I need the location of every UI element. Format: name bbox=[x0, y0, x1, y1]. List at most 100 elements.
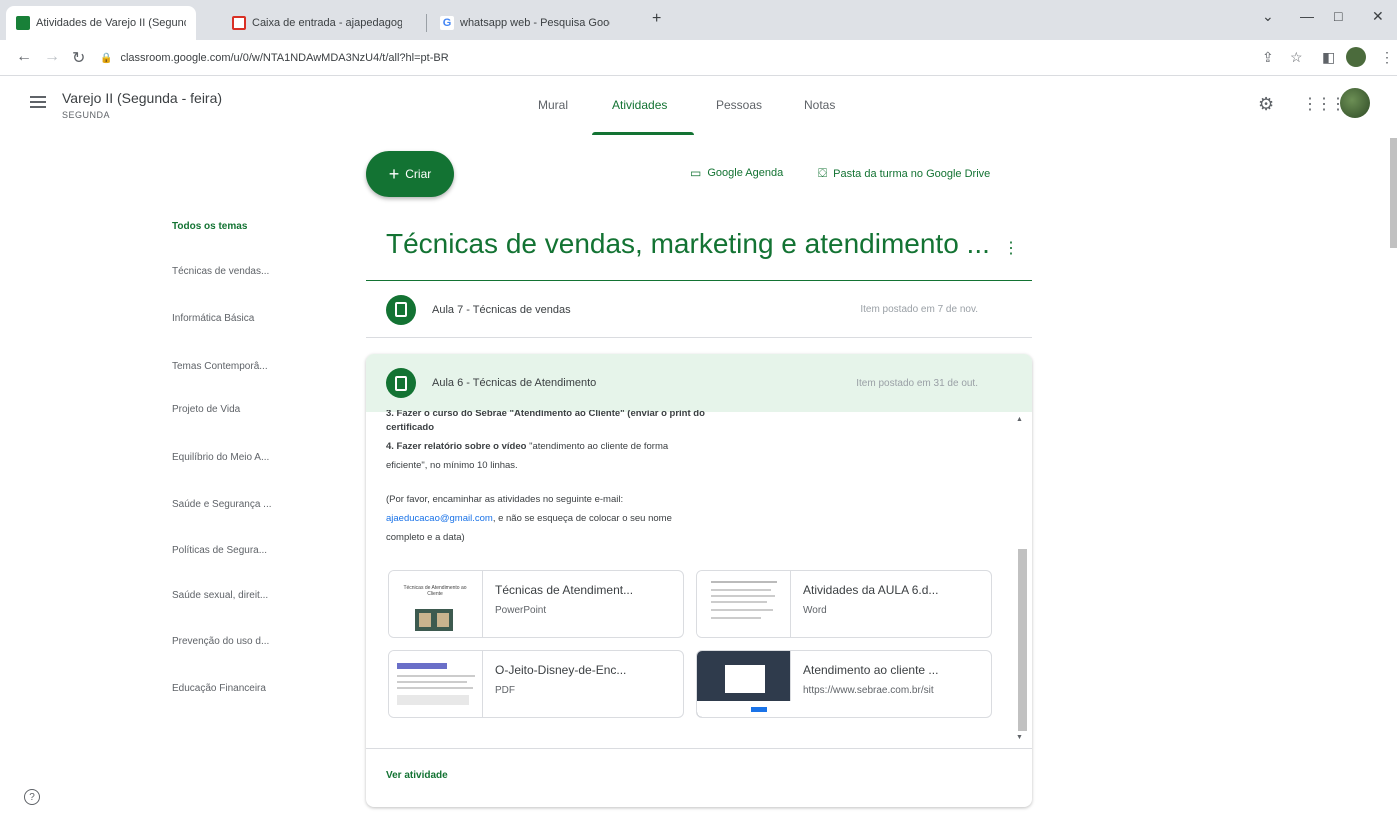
description-scrollbar[interactable] bbox=[1018, 549, 1027, 731]
browser-toolbar: ← → ↻ 🔒 classroom.google.com/u/0/w/NTA1N… bbox=[0, 40, 1397, 76]
address-bar[interactable]: 🔒 classroom.google.com/u/0/w/NTA1NDAwMDA… bbox=[100, 46, 1240, 70]
expanded-assignment-card: Aula 6 - Técnicas de Atendimento Item po… bbox=[366, 354, 1032, 807]
tab-atividades[interactable]: Atividades bbox=[612, 98, 667, 112]
page-scrollbar[interactable] bbox=[1390, 138, 1397, 248]
gmail-favicon-icon bbox=[232, 16, 246, 30]
description-note-end: completo e a data) bbox=[386, 532, 465, 543]
topic-item-all[interactable]: Todos os temas bbox=[172, 221, 247, 232]
topic-item[interactable]: Técnicas de vendas... bbox=[172, 266, 269, 277]
browser-tab-gmail[interactable]: Caixa de entrada - ajapedagogic × bbox=[222, 6, 412, 40]
class-title[interactable]: Varejo II (Segunda - feira) bbox=[62, 90, 222, 106]
active-tab-indicator bbox=[592, 132, 694, 135]
class-section: SEGUNDA bbox=[62, 110, 111, 120]
close-window-button[interactable]: ✕ bbox=[1372, 8, 1384, 25]
google-favicon-icon: G bbox=[440, 16, 454, 30]
drive-folder-link[interactable]: ⛋ Pasta da turma no Google Drive bbox=[818, 166, 990, 181]
apps-grid-icon[interactable]: ⋮⋮⋮ bbox=[1302, 94, 1346, 114]
attachment-card[interactable]: Técnicas de Atendimento ao Cliente Técni… bbox=[388, 570, 684, 638]
calendar-link-label: Google Agenda bbox=[707, 167, 784, 179]
back-icon[interactable]: ← bbox=[16, 48, 32, 66]
attachment-name: Atendimento ao cliente ... bbox=[803, 663, 939, 677]
url-text: classroom.google.com/u/0/w/NTA1NDAwMDA3N… bbox=[120, 52, 449, 64]
attachment-card[interactable]: O-Jeito-Disney-de-Enc... PDF bbox=[388, 650, 684, 718]
drive-link-label: Pasta da turma no Google Drive bbox=[833, 167, 991, 180]
description-item4-text: "atendimento ao cliente de forma bbox=[526, 441, 669, 452]
tab-notas[interactable]: Notas bbox=[804, 98, 835, 112]
plus-icon: + bbox=[388, 163, 400, 184]
forward-icon[interactable]: → bbox=[44, 48, 60, 66]
calendar-icon: ▭ bbox=[690, 166, 702, 180]
tab-title: Caixa de entrada - ajapedagogic × bbox=[252, 17, 402, 29]
topic-item[interactable]: Informática Básica bbox=[172, 313, 254, 324]
assignment-row-expanded[interactable]: Aula 6 - Técnicas de Atendimento Item po… bbox=[366, 354, 1032, 412]
minimize-button[interactable]: — bbox=[1300, 8, 1314, 24]
attachment-name: Técnicas de Atendiment... bbox=[495, 583, 634, 597]
help-icon[interactable]: ? bbox=[24, 789, 40, 805]
scroll-down-arrow-icon[interactable]: ▼ bbox=[1016, 734, 1023, 741]
assignment-description: 3. Fazer o curso do Sebrae "Atendimento … bbox=[386, 410, 1006, 547]
ppt-thumb-text: Técnicas de Atendimento ao Cliente bbox=[403, 585, 467, 597]
attachment-url: https://www.sebrae.com.br/sit bbox=[803, 685, 934, 696]
assignment-date: Item postado em 7 de nov. bbox=[860, 304, 978, 315]
tab-mural[interactable]: Mural bbox=[538, 98, 568, 112]
assignment-row[interactable]: Aula 7 - Técnicas de vendas Item postado… bbox=[366, 282, 1032, 338]
tab-pessoas[interactable]: Pessoas bbox=[716, 98, 762, 112]
topic-item[interactable]: Prevenção do uso d... bbox=[172, 636, 269, 647]
side-panel-icon[interactable]: ◧ bbox=[1322, 49, 1335, 66]
tab-search-icon[interactable]: ⌄ bbox=[1262, 8, 1274, 25]
settings-gear-icon[interactable]: ⚙ bbox=[1258, 94, 1274, 115]
description-note-mid: , e não se esqueça de colocar o seu nome bbox=[492, 513, 672, 524]
topic-heading: Técnicas de vendas, marketing e atendime… bbox=[386, 228, 990, 259]
create-button[interactable]: + Criar bbox=[366, 151, 454, 197]
assignment-icon bbox=[386, 294, 416, 325]
topic-item[interactable]: Saúde e Segurança ... bbox=[172, 499, 272, 510]
attachment-type: Word bbox=[803, 605, 827, 616]
attachment-name: Atividades da AULA 6.d... bbox=[803, 583, 939, 597]
topic-item[interactable]: Educação Financeira bbox=[172, 683, 266, 694]
topic-item[interactable]: Políticas de Segura... bbox=[172, 545, 267, 556]
tab-title: Atividades de Varejo II (Segunda × bbox=[36, 17, 186, 29]
classroom-favicon-icon bbox=[16, 16, 30, 30]
main-menu-icon[interactable] bbox=[30, 96, 46, 111]
attachment-card[interactable]: Atendimento ao cliente ... https://www.s… bbox=[696, 650, 992, 718]
new-tab-button[interactable]: + bbox=[652, 10, 661, 28]
word-thumbnail bbox=[697, 571, 791, 637]
description-cut-line: 3. Fazer o curso do Sebrae "Atendimento … bbox=[386, 410, 705, 418]
email-link[interactable]: ajaeducacao@gmail.com bbox=[386, 513, 493, 524]
scroll-up-arrow-icon[interactable]: ▲ bbox=[1016, 416, 1023, 423]
attachment-card[interactable]: Atividades da AULA 6.d... Word bbox=[696, 570, 992, 638]
see-activity-link[interactable]: Ver atividade bbox=[386, 770, 448, 781]
topic-item[interactable]: Equilíbrio do Meio A... bbox=[172, 452, 269, 463]
attachment-type: PowerPoint bbox=[495, 605, 547, 616]
topic-item[interactable]: Projeto de Vida bbox=[172, 404, 240, 415]
browser-tab-classroom[interactable]: Atividades de Varejo II (Segunda × bbox=[6, 6, 196, 40]
ppt-thumbnail: Técnicas de Atendimento ao Cliente bbox=[389, 571, 483, 637]
reload-icon[interactable]: ↻ bbox=[72, 48, 85, 68]
drive-icon: ⛋ bbox=[818, 166, 828, 180]
tab-title: whatsapp web - Pesquisa Google × bbox=[460, 17, 610, 29]
card-footer-divider bbox=[366, 748, 1032, 749]
maximize-button[interactable]: □ bbox=[1334, 8, 1342, 24]
description-certificado: certificado bbox=[386, 422, 435, 433]
topic-item[interactable]: Temas Contemporâ... bbox=[172, 361, 268, 372]
browser-menu-icon[interactable]: ⋮ bbox=[1380, 49, 1394, 66]
pdf-thumbnail bbox=[389, 651, 483, 717]
description-item4-cont: eficiente", no mínimo 10 linhas. bbox=[386, 460, 518, 471]
topic-more-icon[interactable]: ⋮ bbox=[1003, 238, 1019, 258]
share-icon[interactable]: ⇪ bbox=[1262, 49, 1274, 66]
description-item4-bold: 4. Fazer relatório sobre o vídeo bbox=[386, 441, 527, 452]
link-thumbnail bbox=[697, 651, 791, 717]
topic-divider bbox=[366, 280, 1032, 281]
bookmark-star-icon[interactable]: ☆ bbox=[1290, 49, 1303, 66]
description-note-start: (Por favor, encaminhar as atividades no … bbox=[386, 494, 624, 505]
assignment-title: Aula 6 - Técnicas de Atendimento bbox=[432, 377, 597, 389]
classroom-header: Varejo II (Segunda - feira) SEGUNDA Mura… bbox=[0, 76, 1397, 136]
attachment-type: PDF bbox=[495, 685, 515, 696]
create-label: Criar bbox=[405, 167, 432, 181]
google-calendar-link[interactable]: ▭ Google Agenda bbox=[690, 166, 783, 180]
assignment-icon bbox=[386, 368, 416, 398]
browser-profile-avatar[interactable] bbox=[1346, 47, 1366, 67]
browser-tab-google[interactable]: G whatsapp web - Pesquisa Google × bbox=[430, 6, 620, 40]
topic-item[interactable]: Saúde sexual, direit... bbox=[172, 590, 268, 601]
account-avatar[interactable] bbox=[1340, 88, 1370, 118]
